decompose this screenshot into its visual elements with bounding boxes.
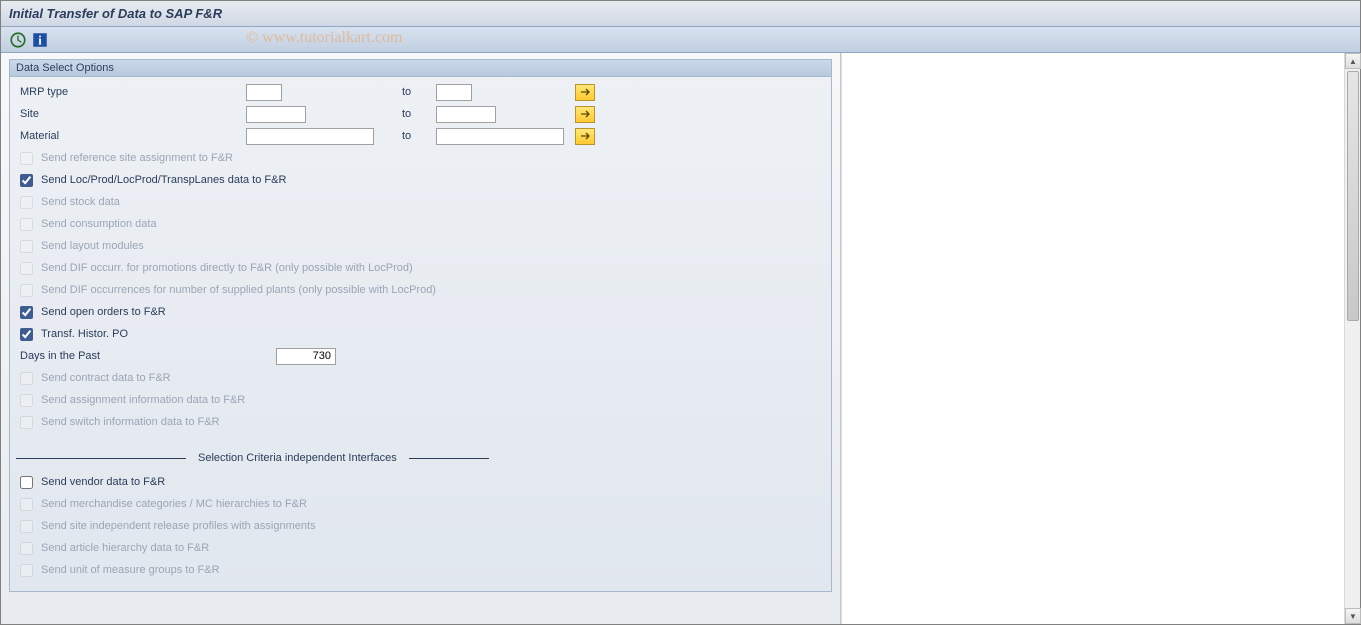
chk_consump xyxy=(20,218,33,231)
execute-icon[interactable] xyxy=(9,31,27,49)
checkbox-row: Transf. Histor. PO xyxy=(16,323,825,345)
checkbox-label: Send stock data xyxy=(37,196,120,208)
label-to: to xyxy=(396,108,436,120)
info-icon[interactable]: i xyxy=(31,31,49,49)
chk_arthier xyxy=(20,542,33,555)
input-site-from[interactable] xyxy=(246,106,306,123)
chk_histpo[interactable] xyxy=(20,328,33,341)
checkbox-label: Send layout modules xyxy=(37,240,144,252)
checkbox-label: Send open orders to F&R xyxy=(37,306,166,318)
checkbox-label: Send article hierarchy data to F&R xyxy=(37,542,209,554)
checkbox-row: Send DIF occurr. for promotions directly… xyxy=(16,257,825,279)
scroll-thumb[interactable] xyxy=(1347,71,1359,321)
checkbox-label: Send consumption data xyxy=(37,218,157,230)
checkbox-label: Send switch information data to F&R xyxy=(37,416,220,428)
row-mrp-type: MRP type to xyxy=(16,81,825,103)
checkbox-row: Send Loc/Prod/LocProd/TranspLanes data t… xyxy=(16,169,825,191)
chk_merch xyxy=(20,498,33,511)
vertical-scrollbar[interactable]: ▲ ▼ xyxy=(1344,53,1360,624)
label-to: to xyxy=(396,130,436,142)
chk_vendor[interactable] xyxy=(20,476,33,489)
label-site: Site xyxy=(16,108,246,120)
chk_dif_promo xyxy=(20,262,33,275)
multi-select-icon[interactable] xyxy=(575,106,595,123)
checkbox-row: Send unit of measure groups to F&R xyxy=(16,559,825,581)
checkbox-label: Send reference site assignment to F&R xyxy=(37,152,233,164)
chk_assign xyxy=(20,394,33,407)
title-bar: Initial Transfer of Data to SAP F&R xyxy=(1,1,1360,27)
checkbox-label: Send DIF occurr. for promotions directly… xyxy=(37,262,413,274)
chk_locprod[interactable] xyxy=(20,174,33,187)
group-data-select-options: Data Select Options MRP type to xyxy=(9,59,832,592)
chk_layout xyxy=(20,240,33,253)
checkbox-label: Send unit of measure groups to F&R xyxy=(37,564,220,576)
chk_stock xyxy=(20,196,33,209)
checkbox-row: Send layout modules xyxy=(16,235,825,257)
row-material: Material to xyxy=(16,125,825,147)
row-days-past: Days in the Past xyxy=(16,345,825,367)
checkbox-row: Send consumption data xyxy=(16,213,825,235)
input-material-to[interactable] xyxy=(436,128,564,145)
checkbox-label: Send site independent release profiles w… xyxy=(37,520,316,532)
input-material-from[interactable] xyxy=(246,128,374,145)
label-mrp-type: MRP type xyxy=(16,86,246,98)
right-empty-area xyxy=(841,53,1360,624)
checkbox-label: Send DIF occurrences for number of suppl… xyxy=(37,284,436,296)
checkbox-row: Send vendor data to F&R xyxy=(16,471,825,493)
checkbox-row: Send article hierarchy data to F&R xyxy=(16,537,825,559)
checkbox-row: Send open orders to F&R xyxy=(16,301,825,323)
row-site: Site to xyxy=(16,103,825,125)
chk_dif_supply xyxy=(20,284,33,297)
content-wrapper: Data Select Options MRP type to xyxy=(1,53,1360,624)
checkbox-row: Send site independent release profiles w… xyxy=(16,515,825,537)
label-to: to xyxy=(396,86,436,98)
scroll-down-icon[interactable]: ▼ xyxy=(1345,608,1361,624)
window-title: Initial Transfer of Data to SAP F&R xyxy=(9,6,222,21)
svg-text:i: i xyxy=(38,33,42,47)
checkbox-label: Send assignment information data to F&R xyxy=(37,394,245,406)
multi-select-icon[interactable] xyxy=(575,84,595,101)
chk_siterel xyxy=(20,520,33,533)
checkbox-row: Send stock data xyxy=(16,191,825,213)
checkbox-row: Send switch information data to F&R xyxy=(16,411,825,433)
checkbox-row: Send DIF occurrences for number of suppl… xyxy=(16,279,825,301)
section-title: Selection Criteria independent Interface… xyxy=(186,452,409,464)
input-mrp-type-from[interactable] xyxy=(246,84,282,101)
label-material: Material xyxy=(16,130,246,142)
input-days-past[interactable] xyxy=(276,348,336,365)
input-site-to[interactable] xyxy=(436,106,496,123)
group-header: Data Select Options xyxy=(10,60,831,77)
checkbox-row: Send merchandise categories / MC hierarc… xyxy=(16,493,825,515)
label-days-past: Days in the Past xyxy=(16,350,246,362)
checkbox-label: Send vendor data to F&R xyxy=(37,476,165,488)
chk_switch xyxy=(20,416,33,429)
checkbox-row: Send reference site assignment to F&R xyxy=(16,147,825,169)
checkbox-label: Send merchandise categories / MC hierarc… xyxy=(37,498,307,510)
input-mrp-type-to[interactable] xyxy=(436,84,472,101)
chk_openord[interactable] xyxy=(20,306,33,319)
chk_contract xyxy=(20,372,33,385)
toolbar: i xyxy=(1,27,1360,53)
main-area: Data Select Options MRP type to xyxy=(1,53,841,624)
chk_ref_site xyxy=(20,152,33,165)
checkbox-label: Send Loc/Prod/LocProd/TranspLanes data t… xyxy=(37,174,286,186)
group-body: MRP type to Site to xyxy=(10,77,831,591)
checkbox-row: Send contract data to F&R xyxy=(16,367,825,389)
section-divider: Selection Criteria independent Interface… xyxy=(16,447,825,469)
multi-select-icon[interactable] xyxy=(575,128,595,145)
sap-window: Initial Transfer of Data to SAP F&R i © … xyxy=(0,0,1361,625)
chk_uom xyxy=(20,564,33,577)
checkbox-label: Send contract data to F&R xyxy=(37,372,171,384)
checkbox-row: Send assignment information data to F&R xyxy=(16,389,825,411)
checkbox-label: Transf. Histor. PO xyxy=(37,328,128,340)
scroll-up-icon[interactable]: ▲ xyxy=(1345,53,1361,69)
